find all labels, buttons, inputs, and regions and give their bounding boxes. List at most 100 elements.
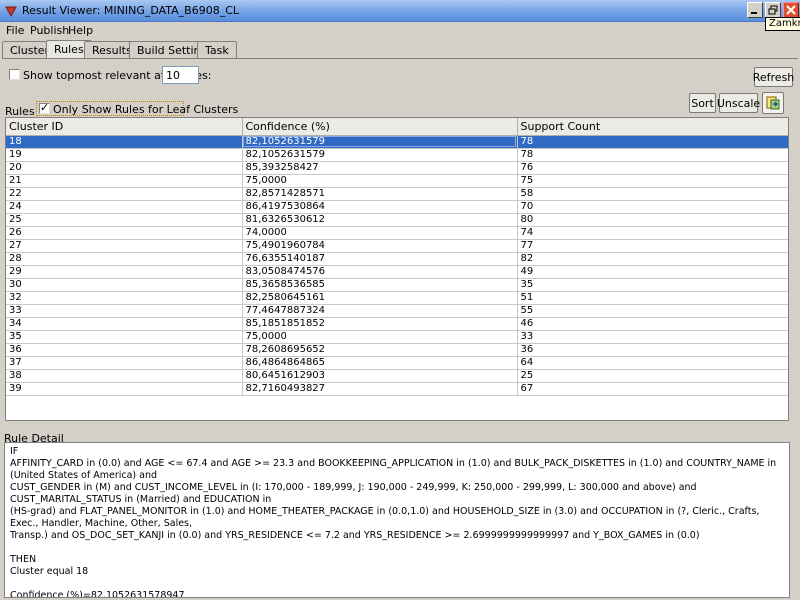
cell-cluster-id: 34 (6, 317, 243, 331)
table-row[interactable]: 33 77,4647887324 55 (6, 304, 788, 318)
cell-support-count: 33 (517, 330, 788, 344)
cell-support-count: 70 (517, 200, 788, 214)
restore-icon (768, 5, 778, 15)
cell-confidence: 75,0000 (242, 174, 518, 188)
table-row[interactable]: 32 82,2580645161 51 (6, 291, 788, 305)
table-row[interactable]: 39 82,7160493827 67 (6, 382, 788, 396)
table-row[interactable]: 19 82,1052631579 78 (6, 148, 788, 162)
table-row[interactable]: 34 85,1851851852 46 (6, 317, 788, 331)
cell-confidence: 76,6355140187 (242, 252, 518, 266)
table-header-row: Cluster ID Confidence (%) Support Count (6, 118, 788, 136)
cell-cluster-id: 38 (6, 369, 243, 383)
rule-detail-line: (HS-grad) and FLAT_PANEL_MONITOR in (1.0… (10, 506, 763, 529)
table-row[interactable]: 29 83,0508474576 49 (6, 265, 788, 279)
cell-confidence: 86,4864864865 (242, 356, 518, 370)
table-row[interactable]: 21 75,0000 75 (6, 174, 788, 188)
cell-cluster-id: 24 (6, 200, 243, 214)
cell-support-count: 58 (517, 187, 788, 201)
table-row[interactable]: 30 85,3658536585 35 (6, 278, 788, 292)
cell-support-count: 25 (517, 369, 788, 383)
cell-confidence: 82,2580645161 (242, 291, 518, 305)
cell-cluster-id: 39 (6, 382, 243, 396)
only-leaf-checkbox[interactable]: ✓ (39, 101, 50, 114)
minimize-button[interactable] (747, 2, 763, 18)
cell-confidence: 85,1851851852 (242, 317, 518, 331)
cell-confidence: 85,3658536585 (242, 278, 518, 292)
unscale-button[interactable]: Unscale (717, 93, 760, 113)
table-row[interactable]: 37 86,4864864865 64 (6, 356, 788, 370)
cell-confidence: 86,4197530864 (242, 200, 518, 214)
cell-support-count: 77 (517, 239, 788, 253)
cell-cluster-id: 28 (6, 252, 243, 266)
cell-cluster-id: 20 (6, 161, 243, 175)
table-row[interactable]: 24 86,4197530864 70 (6, 200, 788, 214)
show-topmost-checkbox[interactable] (9, 69, 20, 80)
cell-confidence: 80,6451612903 (242, 369, 518, 383)
cell-support-count: 46 (517, 317, 788, 331)
rule-detail-line: IF (10, 446, 19, 457)
rules-table[interactable]: Cluster ID Confidence (%) Support Count … (5, 117, 789, 421)
table-row[interactable]: 27 75,4901960784 77 (6, 239, 788, 253)
cell-cluster-id: 36 (6, 343, 243, 357)
cell-cluster-id: 22 (6, 187, 243, 201)
rule-detail-line: Confidence (%)=82.1052631578947 (10, 590, 185, 598)
column-header-support-count[interactable]: Support Count (517, 118, 788, 136)
cell-support-count: 82 (517, 252, 788, 266)
table-row[interactable]: 28 76,6355140187 82 (6, 252, 788, 266)
column-header-cluster-id[interactable]: Cluster ID (6, 118, 243, 136)
cell-confidence: 74,0000 (242, 226, 518, 240)
cell-confidence: 81,6326530612 (242, 213, 518, 227)
cell-cluster-id: 19 (6, 148, 243, 162)
cell-cluster-id: 27 (6, 239, 243, 253)
close-button[interactable] (783, 2, 799, 18)
cell-support-count: 35 (517, 278, 788, 292)
menu-file[interactable]: File (6, 24, 24, 37)
cell-confidence: 85,393258427 (242, 161, 518, 175)
export-button[interactable] (762, 92, 784, 114)
cell-cluster-id: 37 (6, 356, 243, 370)
rule-detail-line: AFFINITY_CARD in (0.0) and AGE <= 67.4 a… (10, 458, 780, 481)
export-icon (766, 96, 780, 110)
table-row[interactable]: 22 82,8571428571 58 (6, 187, 788, 201)
cell-cluster-id: 33 (6, 304, 243, 318)
cell-confidence: 78,2608695652 (242, 343, 518, 357)
topmost-count-input[interactable]: 10 (162, 66, 199, 84)
cell-cluster-id: 29 (6, 265, 243, 279)
column-header-confidence[interactable]: Confidence (%) (242, 118, 518, 136)
table-row[interactable]: 25 81,6326530612 80 (6, 213, 788, 227)
cell-cluster-id: 18 (6, 135, 243, 149)
cell-support-count: 67 (517, 382, 788, 396)
tab-task[interactable]: Task (197, 41, 237, 59)
menu-bar: File Publish Help (0, 22, 800, 38)
cell-confidence: 82,8571428571 (242, 187, 518, 201)
table-row[interactable]: 26 74,0000 74 (6, 226, 788, 240)
window-title: Result Viewer: MINING_DATA_B6908_CL (22, 4, 240, 17)
cell-cluster-id: 35 (6, 330, 243, 344)
cell-support-count: 36 (517, 343, 788, 357)
table-row[interactable]: 20 85,393258427 76 (6, 161, 788, 175)
cell-cluster-id: 30 (6, 278, 243, 292)
cell-support-count: 78 (517, 148, 788, 162)
cell-confidence: 77,4647887324 (242, 304, 518, 318)
rule-detail-line (10, 578, 784, 590)
cell-confidence: 83,0508474576 (242, 265, 518, 279)
rule-detail-line (10, 542, 784, 554)
cell-confidence: 82,7160493827 (242, 382, 518, 396)
menu-help[interactable]: Help (68, 24, 93, 37)
rule-detail-line: Transp.) and OS_DOC_SET_KANJI in (0.0) a… (10, 530, 700, 541)
cell-confidence: 75,0000 (242, 330, 518, 344)
table-row[interactable]: 38 80,6451612903 25 (6, 369, 788, 383)
sort-button[interactable]: Sort (689, 93, 716, 113)
cell-cluster-id: 25 (6, 213, 243, 227)
maximize-button[interactable] (765, 2, 781, 18)
menu-publish[interactable]: Publish (30, 24, 69, 37)
cell-support-count: 74 (517, 226, 788, 240)
refresh-button[interactable]: Refresh (753, 67, 794, 87)
table-row[interactable]: 35 75,0000 33 (6, 330, 788, 344)
table-row[interactable]: 36 78,2608695652 36 (6, 343, 788, 357)
cell-cluster-id: 26 (6, 226, 243, 240)
table-row[interactable]: 18 82,1052631579 78 (6, 135, 788, 149)
cell-confidence: 75,4901960784 (242, 239, 518, 253)
rule-detail-text[interactable]: IF AFFINITY_CARD in (0.0) and AGE <= 67.4… (4, 442, 790, 598)
rule-detail-line: CUST_GENDER in (M) and CUST_INCOME_LEVEL… (10, 482, 700, 505)
